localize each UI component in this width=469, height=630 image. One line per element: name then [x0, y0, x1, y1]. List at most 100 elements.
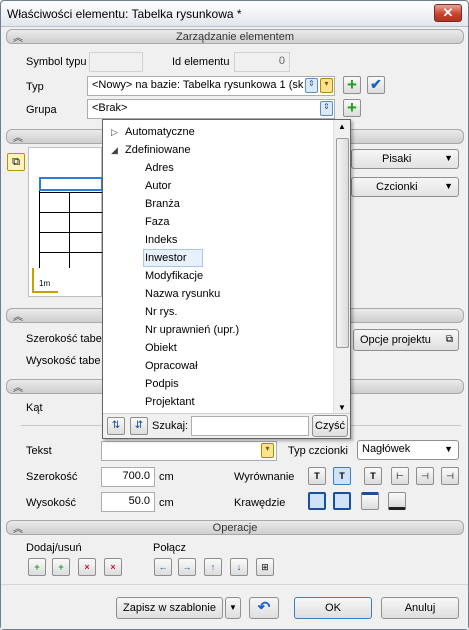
expand-all-icon[interactable]: ⇅: [107, 417, 125, 435]
preview-selected-cell[interactable]: [39, 177, 103, 191]
align-top-right-button[interactable]: T: [364, 467, 382, 485]
section-manage-header[interactable]: ︽ Zarządzanie elementem: [6, 29, 464, 44]
add-row-icon[interactable]: +: [52, 558, 70, 576]
element-id-field: 0: [234, 52, 290, 72]
merge-right-icon[interactable]: →: [178, 558, 196, 576]
section-operations-header[interactable]: ︽ Operacje: [6, 520, 464, 535]
add-group-button[interactable]: +: [343, 99, 361, 117]
pisaki-dropdown[interactable]: Pisaki ▼: [351, 149, 459, 169]
add-column-icon[interactable]: +: [28, 558, 46, 576]
list-item[interactable]: Indeks: [145, 231, 177, 249]
list-item[interactable]: Faza: [145, 213, 169, 231]
height-unit: cm: [159, 497, 174, 509]
border-bottom-button[interactable]: [388, 492, 406, 510]
alignment-label: Wyrównanie: [234, 471, 295, 483]
window-title: Właściwości elementu: Tabelka rysunkowa …: [7, 7, 242, 21]
section-manage-label: Zarządzanie elementem: [175, 31, 294, 43]
split-cell-icon[interactable]: ⊞: [256, 558, 274, 576]
merge-label: Połącz: [153, 542, 187, 554]
group-label: Grupa: [26, 104, 57, 116]
type-combo[interactable]: <Nowy> na bazie: Tabelka rysunkowa 1 (sk…: [87, 76, 335, 96]
collapse-all-icon[interactable]: ⇵: [130, 417, 148, 435]
merge-down-icon[interactable]: ↓: [230, 558, 248, 576]
list-item[interactable]: Autor: [145, 177, 171, 195]
group-zdefiniowane[interactable]: Zdefiniowane: [125, 141, 190, 159]
height-input[interactable]: 50.0: [101, 492, 155, 512]
list-item[interactable]: Modyfikacje: [145, 267, 203, 285]
save-template-button[interactable]: Zapisz w szablonie: [116, 597, 223, 619]
type-value: <Nowy> na bazie: Tabelka rysunkowa 1 (sk: [92, 79, 304, 91]
table-preview: 1m: [28, 147, 103, 297]
ok-button[interactable]: OK: [294, 597, 372, 619]
scale-label: 1m: [39, 279, 51, 288]
save-template-dropdown[interactable]: ▼: [225, 597, 241, 619]
undo-button[interactable]: ↶: [249, 597, 279, 619]
list-item[interactable]: Nr rys.: [145, 303, 177, 321]
border-top-button[interactable]: [361, 492, 379, 510]
borders-label: Krawędzie: [234, 497, 286, 509]
align-middle-button[interactable]: ⊣: [416, 467, 434, 485]
cancel-button[interactable]: Anuluj: [381, 597, 459, 619]
align-left-button[interactable]: ⊢: [391, 467, 409, 485]
group-automatyczne[interactable]: Automatyczne: [125, 123, 195, 141]
type-combo-arrow-icon[interactable]: ⇕: [305, 78, 318, 93]
group-combo[interactable]: <Brak> ⇕: [87, 99, 335, 119]
field-dropdown-list[interactable]: ▷ Automatyczne ◢ Zdefiniowane Adres Auto…: [102, 119, 351, 439]
expander-icon[interactable]: ◢: [111, 141, 118, 159]
list-item[interactable]: Podpis: [145, 375, 179, 393]
type-combo-dropdown-icon[interactable]: ▾: [320, 78, 333, 93]
list-item[interactable]: Nazwa rysunku: [145, 285, 220, 303]
list-item[interactable]: Branża: [145, 195, 180, 213]
group-combo-arrow-icon[interactable]: ⇕: [320, 101, 333, 116]
font-type-select[interactable]: Nagłówek ▼: [357, 440, 459, 460]
table-edit-icon[interactable]: ⧉: [7, 153, 25, 171]
height-label: Wysokość: [26, 497, 77, 509]
clear-button[interactable]: Czyść: [312, 415, 348, 437]
scroll-down-icon[interactable]: ▼: [338, 403, 346, 412]
width-input[interactable]: 700.0: [101, 467, 155, 487]
search-input[interactable]: [191, 416, 309, 436]
border-all-button[interactable]: [333, 492, 351, 510]
text-label: Tekst: [26, 445, 52, 457]
symbol-type-label: Symbol typu: [26, 56, 87, 68]
list-item[interactable]: Obiekt: [145, 339, 177, 357]
czcionki-dropdown[interactable]: Czcionki ▼: [351, 177, 459, 197]
list-item[interactable]: Projektant: [145, 393, 195, 411]
align-top-center-button[interactable]: T: [333, 467, 351, 485]
title-bar: Właściwości elementu: Tabelka rysunkowa …: [1, 1, 468, 27]
angle-label: Kąt: [26, 402, 43, 414]
font-type-value: Nagłówek: [362, 443, 411, 455]
text-picker-icon[interactable]: ▾: [261, 443, 274, 458]
preview-line: [39, 192, 103, 193]
chevron-down-icon: ▼: [444, 181, 453, 191]
align-right-button[interactable]: ⊣: [441, 467, 459, 485]
chevron-down-icon: ▼: [444, 444, 453, 454]
scale-axis-y: [32, 268, 34, 292]
project-options-button[interactable]: Opcje projektu ⧉: [353, 329, 459, 351]
czcionki-label: Czcionki: [376, 181, 418, 193]
accept-type-button[interactable]: ✔: [367, 76, 385, 94]
close-button[interactable]: ✕: [434, 4, 462, 22]
pisaki-label: Pisaki: [382, 153, 412, 165]
scale-axis-x: [32, 291, 58, 293]
list-item-selected[interactable]: Inwestor: [145, 249, 187, 267]
border-left-button[interactable]: [308, 492, 326, 510]
list-item[interactable]: Opracował: [145, 357, 198, 375]
dropdown-scrollbar[interactable]: ▲ ▼: [333, 120, 350, 414]
text-input[interactable]: ▾: [101, 441, 277, 461]
delete-row-icon[interactable]: ×: [104, 558, 122, 576]
merge-up-icon[interactable]: ↑: [204, 558, 222, 576]
expander-icon[interactable]: ▷: [111, 123, 118, 141]
align-top-left-button[interactable]: T: [308, 467, 326, 485]
list-item[interactable]: Adres: [145, 159, 174, 177]
list-item[interactable]: Nr uprawnień (upr.): [145, 321, 239, 339]
add-type-button[interactable]: +: [343, 76, 361, 94]
scroll-up-icon[interactable]: ▲: [338, 122, 346, 131]
dropdown-footer: ⇅ ⇵ Szukaj: Czyść: [103, 413, 350, 438]
merge-left-icon[interactable]: ←: [154, 558, 172, 576]
scrollbar-thumb[interactable]: [336, 138, 349, 348]
add-remove-label: Dodaj/usuń: [26, 542, 82, 554]
preview-line: [39, 252, 103, 253]
delete-column-icon[interactable]: ×: [78, 558, 96, 576]
font-type-label: Typ czcionki: [288, 445, 348, 457]
